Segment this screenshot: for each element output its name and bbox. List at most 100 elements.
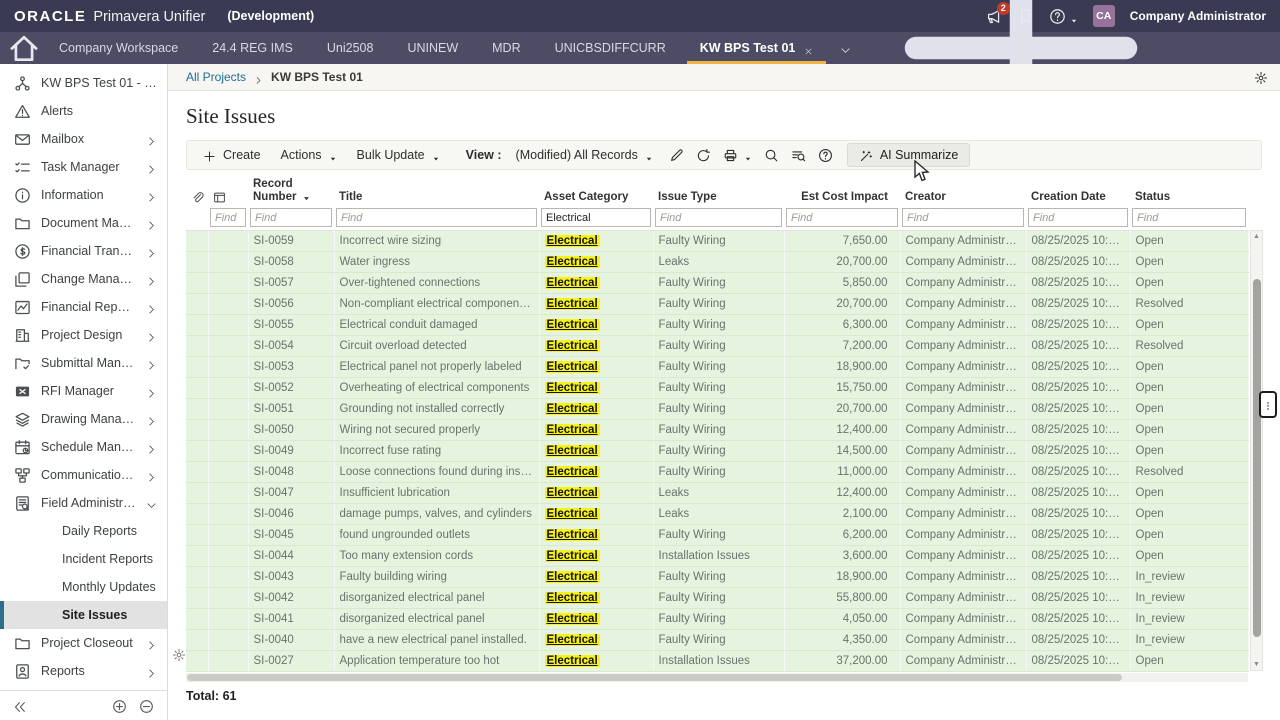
- expand-all-icon[interactable]: [112, 698, 127, 713]
- sidebar-item-information[interactable]: Information: [0, 181, 167, 209]
- table-row[interactable]: SI-0046damage pumps, valves, and cylinde…: [186, 504, 1248, 525]
- sidebar-item-rfi-manager[interactable]: RFI Manager: [0, 377, 167, 405]
- sidebar-item-document-manager[interactable]: Document Manager: [0, 209, 167, 237]
- collapse-sidebar-icon[interactable]: [13, 699, 27, 713]
- sidebar-item-submittal-manager[interactable]: Submittal Manager: [0, 349, 167, 377]
- sidebar-item-communication-foll-[interactable]: Communication & Foll...: [0, 461, 167, 489]
- settings-gear-icon[interactable]: [1254, 70, 1268, 84]
- workspace-tab-unicbsdiffcurr[interactable]: UNICBSDIFFCURR: [538, 32, 683, 64]
- workspace-tab-mdr[interactable]: MDR: [475, 32, 537, 64]
- sidebar-item-kw-bps-test-01-home[interactable]: KW BPS Test 01 - Home: [0, 69, 167, 97]
- home-icon[interactable]: [6, 32, 42, 64]
- help-icon[interactable]: [812, 142, 839, 168]
- workspace-tab-uninew[interactable]: UNINEW: [390, 32, 475, 64]
- column-header-record-type[interactable]: [208, 176, 248, 207]
- table-row[interactable]: SI-0057Over-tightened connectionsElectri…: [186, 273, 1248, 294]
- tab-list-chevron-icon[interactable]: [830, 32, 861, 64]
- table-row[interactable]: SI-0052Overheating of electrical compone…: [186, 378, 1248, 399]
- table-row[interactable]: SI-0043Faulty building wiringElectricalF…: [186, 567, 1248, 588]
- table-row[interactable]: SI-0044Too many extension cordsElectrica…: [186, 546, 1248, 567]
- table-row[interactable]: SI-0055Electrical conduit damagedElectri…: [186, 315, 1248, 336]
- side-panel-handle[interactable]: [1259, 391, 1277, 418]
- table-row[interactable]: SI-0042disorganized electrical panelElec…: [186, 588, 1248, 609]
- filter-input[interactable]: [786, 208, 898, 227]
- filter-icon[interactable]: [785, 142, 812, 168]
- sidebar-item-incident-reports[interactable]: Incident Reports: [0, 545, 167, 573]
- filter-input[interactable]: [250, 208, 332, 227]
- filter-input[interactable]: [210, 208, 246, 227]
- sidebar-item-mailbox[interactable]: Mailbox: [0, 125, 167, 153]
- table-row[interactable]: SI-0054Circuit overload detectedElectric…: [186, 336, 1248, 357]
- column-header-status[interactable]: Status: [1130, 176, 1248, 207]
- workspace-tab-24-4-reg-ims[interactable]: 24.4 REG IMS: [195, 32, 310, 64]
- column-header-asset-category[interactable]: Asset Category: [539, 176, 653, 207]
- sidebar-item-drawing-management[interactable]: Drawing Management: [0, 405, 167, 433]
- announcements-icon[interactable]: 2: [985, 8, 1002, 25]
- breadcrumb-all-projects[interactable]: All Projects: [186, 70, 246, 84]
- add-tab-button[interactable]: [861, 32, 1181, 64]
- bookmark-icon[interactable]: [1017, 8, 1034, 25]
- filter-input[interactable]: [1132, 208, 1246, 227]
- column-header-record-number[interactable]: Record Number: [248, 176, 334, 207]
- refresh-icon[interactable]: [690, 142, 717, 168]
- filter-input[interactable]: [655, 208, 782, 227]
- scrollbar-thumb[interactable]: [1253, 279, 1261, 637]
- column-header-title[interactable]: Title: [334, 176, 539, 207]
- sidebar-item-task-manager[interactable]: Task Manager: [0, 153, 167, 181]
- sidebar-item-field-administration[interactable]: Field Administration: [0, 489, 167, 517]
- filter-input-asset-category[interactable]: [541, 208, 651, 227]
- sidebar-item-alerts[interactable]: Alerts: [0, 97, 167, 125]
- table-row[interactable]: SI-0059Incorrect wire sizingElectricalFa…: [186, 231, 1248, 252]
- filter-input[interactable]: [336, 208, 537, 227]
- table-row[interactable]: SI-0056Non-compliant electrical componen…: [186, 294, 1248, 315]
- vertical-scrollbar[interactable]: ▲ ▼: [1250, 230, 1263, 671]
- sidebar-item-schedule-manager[interactable]: Schedule Manager: [0, 433, 167, 461]
- scroll-down-arrow[interactable]: ▼: [1253, 661, 1260, 668]
- search-icon[interactable]: [758, 142, 785, 168]
- workspace-tab-uni2508[interactable]: Uni2508: [310, 32, 391, 64]
- sidebar-item-monthly-updates[interactable]: Monthly Updates: [0, 573, 167, 601]
- close-tab-icon[interactable]: [804, 44, 813, 53]
- grid-settings-gear-icon[interactable]: [172, 646, 186, 660]
- bulk-update-menu-button[interactable]: Bulk Update: [347, 142, 450, 168]
- column-header-creator[interactable]: Creator: [900, 176, 1026, 207]
- filter-input[interactable]: [1028, 208, 1128, 227]
- edit-icon[interactable]: [663, 142, 690, 168]
- table-row[interactable]: SI-0049Incorrect fuse ratingElectricalFa…: [186, 441, 1248, 462]
- column-header-issue-type[interactable]: Issue Type: [653, 176, 784, 207]
- collapse-all-icon[interactable]: [139, 698, 154, 713]
- table-row[interactable]: SI-0045found ungrounded outletsElectrica…: [186, 525, 1248, 546]
- print-chevron-icon[interactable]: [744, 151, 752, 159]
- table-row[interactable]: SI-0053Electrical panel not properly lab…: [186, 357, 1248, 378]
- sort-descending-icon[interactable]: [302, 193, 311, 202]
- column-header-est-cost-impact[interactable]: Est Cost Impact: [784, 176, 900, 207]
- workspace-tab-company-workspace[interactable]: Company Workspace: [42, 32, 195, 64]
- table-row[interactable]: SI-0058Water ingressElectricalLeaks20,70…: [186, 252, 1248, 273]
- actions-menu-button[interactable]: Actions: [271, 142, 347, 168]
- table-row[interactable]: SI-0051Grounding not installed correctly…: [186, 399, 1248, 420]
- table-row[interactable]: SI-0027Application temperature too hotEl…: [186, 651, 1248, 672]
- create-button[interactable]: Create: [193, 142, 271, 168]
- horizontal-scrollbar[interactable]: [186, 673, 1248, 682]
- table-row[interactable]: SI-0050Wiring not secured properlyElectr…: [186, 420, 1248, 441]
- column-header-attachments[interactable]: [186, 176, 208, 207]
- help-icon[interactable]: [1049, 8, 1066, 25]
- table-row[interactable]: SI-0048Loose connections found during in…: [186, 462, 1248, 483]
- scroll-up-arrow[interactable]: ▲: [1253, 233, 1260, 240]
- sidebar-item-financial-reporting[interactable]: Financial Reporting: [0, 293, 167, 321]
- sidebar-item-project-closeout[interactable]: Project Closeout: [0, 629, 167, 657]
- print-icon[interactable]: [717, 142, 744, 168]
- sidebar-item-reports[interactable]: Reports: [0, 657, 167, 685]
- table-row[interactable]: SI-0040have a new electrical panel insta…: [186, 630, 1248, 651]
- sidebar-item-daily-reports[interactable]: Daily Reports: [0, 517, 167, 545]
- filter-input[interactable]: [902, 208, 1024, 227]
- table-row[interactable]: SI-0047Insufficient lubricationElectrica…: [186, 483, 1248, 504]
- column-header-creation-date[interactable]: Creation Date: [1026, 176, 1130, 207]
- sidebar-item-site-issues[interactable]: Site Issues: [0, 601, 167, 629]
- table-row[interactable]: SI-0041disorganized electrical panelElec…: [186, 609, 1248, 630]
- sidebar-item-financial-transactions[interactable]: Financial Transactions: [0, 237, 167, 265]
- sidebar-item-change-management[interactable]: Change Management: [0, 265, 167, 293]
- sidebar-item-project-design[interactable]: Project Design: [0, 321, 167, 349]
- view-selector[interactable]: (Modified) All Records: [506, 142, 663, 168]
- workspace-tab-kw-bps-test-01[interactable]: KW BPS Test 01: [683, 32, 831, 64]
